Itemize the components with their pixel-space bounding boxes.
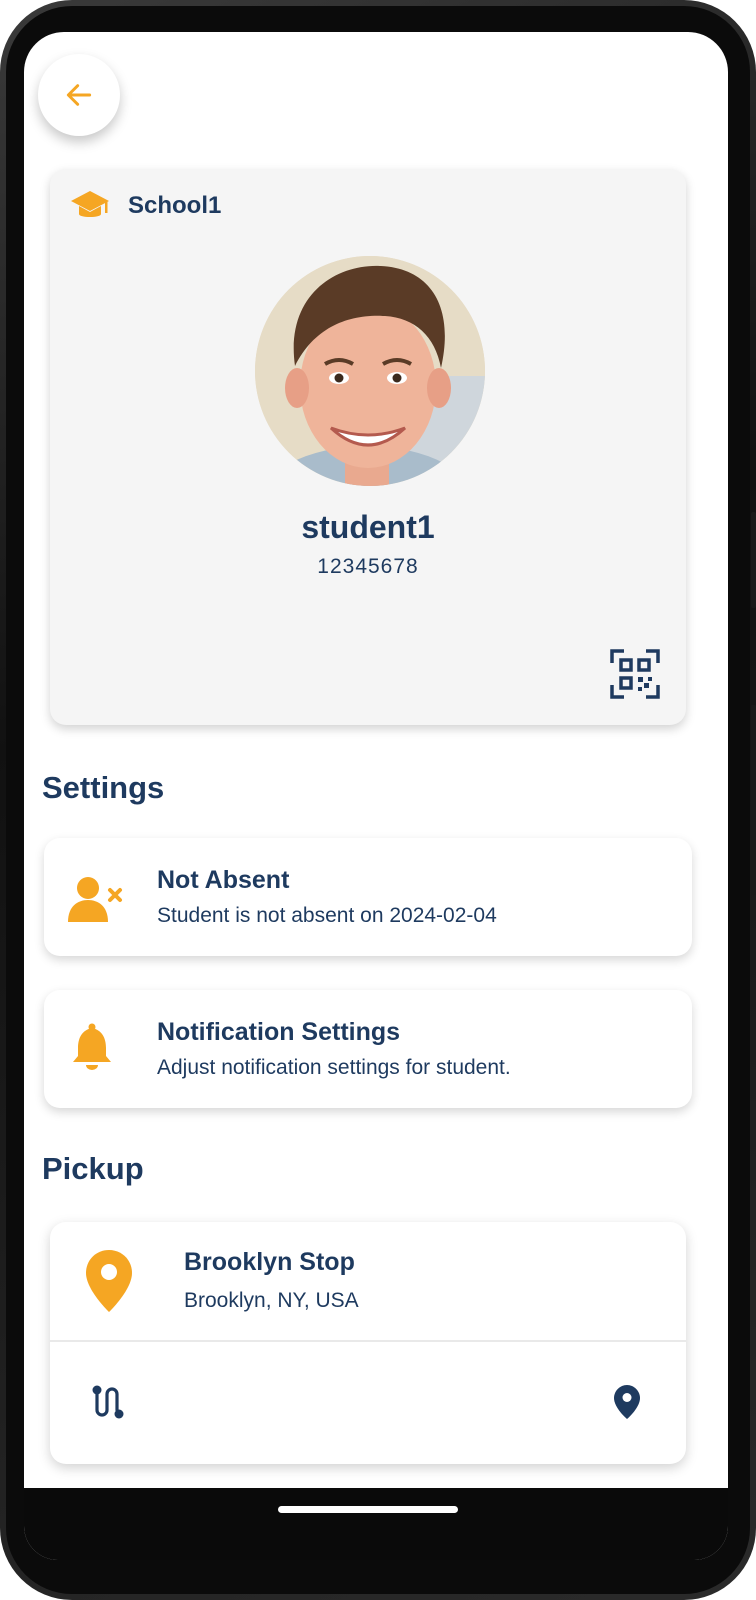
not-absent-subtitle: Student is not absent on 2024-02-04 [157,904,497,927]
arrow-left-icon [66,84,92,106]
location-button[interactable] [613,1384,643,1424]
map-pin-icon [86,1250,132,1312]
qr-code-button[interactable] [610,649,660,699]
route-button[interactable] [90,1384,130,1424]
student-avatar [255,256,485,486]
location-pin-icon [614,1385,640,1419]
route-icon [92,1385,124,1419]
home-indicator[interactable] [278,1506,458,1513]
student-photo [255,256,485,486]
graduation-cap-icon [71,191,109,217]
system-nav-bar [24,1488,728,1560]
back-button[interactable] [38,54,120,136]
notification-settings-title: Notification Settings [157,1018,401,1046]
user-absent-icon [68,877,122,922]
volume-button [751,512,756,608]
power-button [751,705,756,895]
pickup-section-title: Pickup [42,1151,144,1186]
bell-icon [73,1023,111,1070]
not-absent-setting[interactable]: Not Absent Student is not absent on 2024… [44,838,692,956]
pickup-card[interactable]: Brooklyn Stop Brooklyn, NY, USA [50,1222,686,1464]
settings-section-title: Settings [42,770,165,805]
pickup-stop-name: Brooklyn Stop [184,1248,355,1276]
notification-settings-item[interactable]: Notification Settings Adjust notificatio… [44,990,692,1108]
school-row: School1 [70,189,221,223]
student-card: School1 student1 12345678 [50,169,686,725]
qr-code-scan-icon [610,649,660,699]
notification-settings-subtitle: Adjust notification settings for student… [157,1056,511,1079]
student-id: 12345678 [317,555,419,578]
not-absent-title: Not Absent [157,866,290,894]
school-name: School1 [128,192,222,219]
divider [50,1340,686,1342]
pickup-stop-address: Brooklyn, NY, USA [184,1289,359,1312]
app-screen: School1 student1 12345678 Settings Not A… [24,32,728,1560]
student-name: student1 [301,509,435,545]
